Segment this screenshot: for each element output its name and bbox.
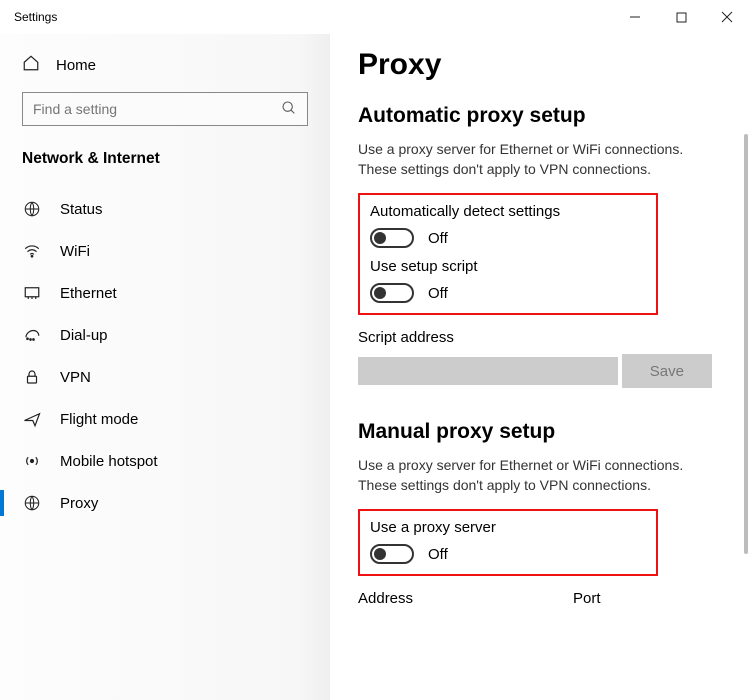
home-icon xyxy=(22,54,40,76)
script-address-input[interactable] xyxy=(358,357,618,385)
sidebar-item-proxy[interactable]: Proxy xyxy=(0,482,330,524)
status-icon xyxy=(22,200,42,218)
sidebar-item-hotspot[interactable]: Mobile hotspot xyxy=(0,440,330,482)
use-script-state: Off xyxy=(428,285,448,302)
vpn-icon xyxy=(22,368,42,386)
window-title: Settings xyxy=(14,10,57,24)
auto-highlight-box: Automatically detect settings Off Use se… xyxy=(358,193,658,315)
search-box[interactable] xyxy=(22,92,308,126)
auto-detect-label: Automatically detect settings xyxy=(370,203,646,220)
sidebar-item-ethernet[interactable]: Ethernet xyxy=(0,272,330,314)
use-script-toggle[interactable] xyxy=(370,283,414,303)
wifi-icon xyxy=(22,242,42,260)
sidebar-item-label: VPN xyxy=(60,369,91,386)
page-title: Proxy xyxy=(358,48,724,82)
sidebar-nav: Status WiFi Ethernet Dial-up xyxy=(0,188,330,524)
manual-heading: Manual proxy setup xyxy=(358,420,724,444)
window-controls xyxy=(612,0,750,34)
dialup-icon xyxy=(22,326,42,344)
use-proxy-state: Off xyxy=(428,546,448,563)
close-button[interactable] xyxy=(704,0,750,34)
use-proxy-toggle[interactable] xyxy=(370,544,414,564)
sidebar-item-label: Flight mode xyxy=(60,411,138,428)
search-icon xyxy=(281,100,297,119)
titlebar: Settings xyxy=(0,0,750,34)
sidebar-item-dialup[interactable]: Dial-up xyxy=(0,314,330,356)
port-label: Port xyxy=(573,590,601,607)
sidebar-item-wifi[interactable]: WiFi xyxy=(0,230,330,272)
sidebar-section-title: Network & Internet xyxy=(0,144,330,182)
save-button[interactable]: Save xyxy=(622,354,712,388)
sidebar-home-label: Home xyxy=(56,57,96,74)
vertical-scrollbar[interactable] xyxy=(744,134,748,554)
sidebar: Home Network & Internet Status WiFi xyxy=(0,34,330,700)
sidebar-item-label: Proxy xyxy=(60,495,98,512)
sidebar-home[interactable]: Home xyxy=(0,44,330,92)
auto-detect-state: Off xyxy=(428,230,448,247)
auto-detect-toggle[interactable] xyxy=(370,228,414,248)
auto-desc: Use a proxy server for Ethernet or WiFi … xyxy=(358,140,708,179)
auto-heading: Automatic proxy setup xyxy=(358,104,724,128)
maximize-button[interactable] xyxy=(658,0,704,34)
address-label: Address xyxy=(358,590,413,607)
sidebar-item-label: Mobile hotspot xyxy=(60,453,158,470)
sidebar-item-vpn[interactable]: VPN xyxy=(0,356,330,398)
manual-desc: Use a proxy server for Ethernet or WiFi … xyxy=(358,456,708,495)
use-proxy-label: Use a proxy server xyxy=(370,519,646,536)
content-pane: Proxy Automatic proxy setup Use a proxy … xyxy=(330,34,750,700)
sidebar-item-label: WiFi xyxy=(60,243,90,260)
globe-icon xyxy=(22,494,42,512)
minimize-button[interactable] xyxy=(612,0,658,34)
airplane-icon xyxy=(22,410,42,428)
hotspot-icon xyxy=(22,452,42,470)
manual-highlight-box: Use a proxy server Off xyxy=(358,509,658,576)
sidebar-item-flightmode[interactable]: Flight mode xyxy=(0,398,330,440)
sidebar-item-label: Ethernet xyxy=(60,285,117,302)
sidebar-item-label: Status xyxy=(60,201,103,218)
script-address-label: Script address xyxy=(358,329,724,346)
use-script-label: Use setup script xyxy=(370,258,646,275)
sidebar-item-status[interactable]: Status xyxy=(0,188,330,230)
search-input[interactable] xyxy=(33,101,281,117)
ethernet-icon xyxy=(22,284,42,302)
sidebar-item-label: Dial-up xyxy=(60,327,108,344)
